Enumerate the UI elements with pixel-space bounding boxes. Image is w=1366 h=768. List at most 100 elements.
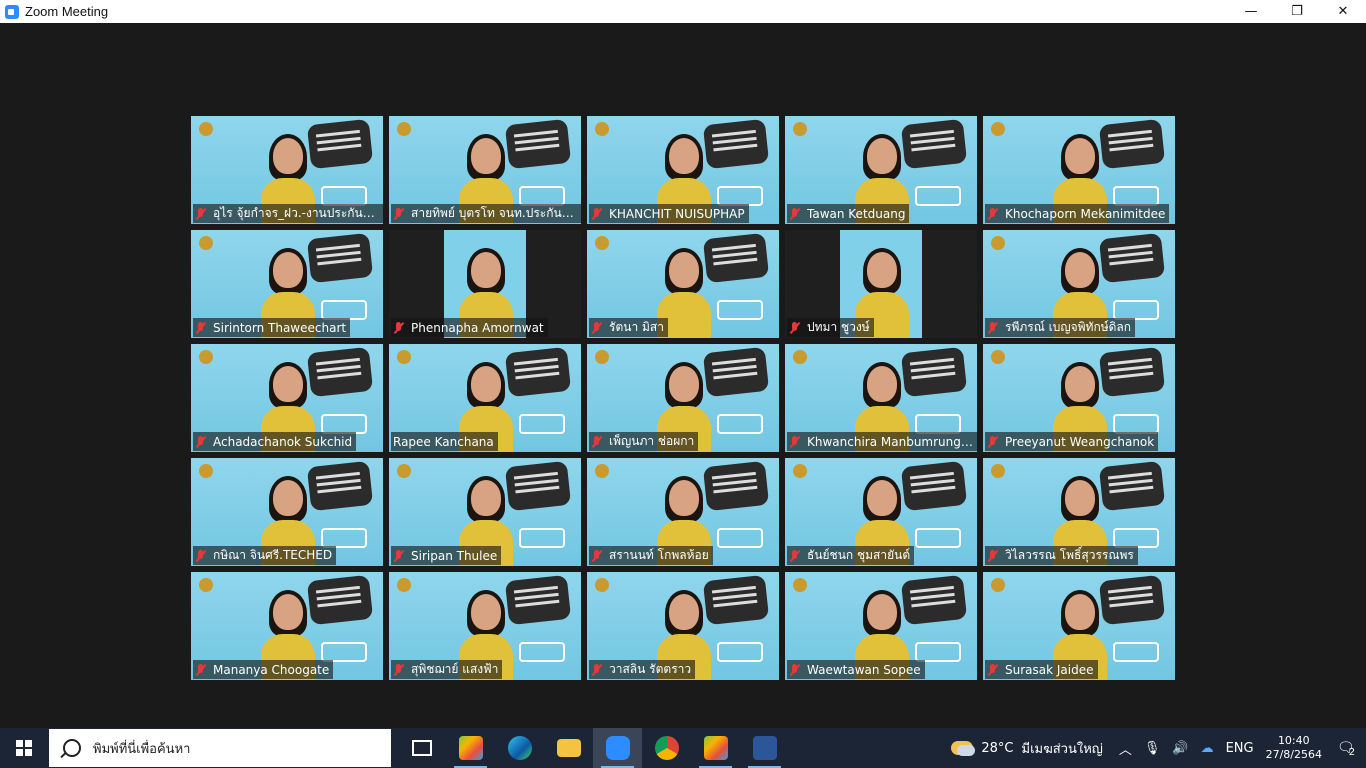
participant-tile[interactable]: เพ็ญนภา ช่อผกา [587, 344, 779, 452]
file-explorer-app[interactable] [544, 728, 593, 768]
start-button[interactable] [0, 728, 48, 768]
weather-widget[interactable]: 28°C มีเมฆส่วนใหญ่ [951, 738, 1103, 759]
participant-tile[interactable]: Rapee Kanchana [389, 344, 581, 452]
speaker-icon[interactable]: 🔊 [1172, 741, 1188, 756]
edge-app[interactable] [495, 728, 544, 768]
language-indicator[interactable]: ENG [1226, 741, 1254, 756]
close-button[interactable]: ✕ [1320, 0, 1366, 23]
onedrive-icon[interactable]: ☁ [1201, 741, 1214, 756]
participant-name: วาสลิน รัตตราว [609, 662, 692, 676]
virtual-background-badge [915, 414, 961, 434]
participant-nameplate: วาสลิน รัตตราว [589, 660, 696, 679]
cloud-sun-icon [951, 741, 976, 756]
participant-nameplate: Sirintorn Thaweechart [193, 318, 351, 337]
participant-name: กษิณา จินศรี.TECHED [213, 548, 333, 562]
virtual-background-banner [900, 118, 968, 170]
virtual-background-badge [321, 186, 367, 206]
participant-tile[interactable]: ปทมา ชูวงษ์ [785, 230, 977, 338]
title-bar: Zoom Meeting — ❐ ✕ [0, 0, 1366, 23]
chevron-up-icon[interactable]: ︿ [1119, 739, 1132, 758]
gallery-view: อุไร จุ้ยกำจร_ฝว.-งานประกันคุณ... สายทิพย… [191, 116, 1176, 681]
participant-nameplate: วิไลวรรณ โพธิ์สุวรรณพร [985, 546, 1138, 565]
virtual-background-badge [717, 414, 763, 434]
muted-mic-icon [987, 207, 999, 221]
participant-tile[interactable]: Khwanchira Manbumrungsat [785, 344, 977, 452]
university-seal-icon [991, 464, 1005, 478]
bluestacks-2-app[interactable] [691, 728, 740, 768]
participant-name: Khwanchira Manbumrungsat [807, 434, 973, 449]
virtual-background-banner [504, 346, 572, 398]
participant-tile[interactable]: Preeyanut Weangchanok [983, 344, 1175, 452]
participant-nameplate: ปทมา ชูวงษ์ [787, 318, 874, 337]
virtual-background-badge [717, 642, 763, 662]
muted-mic-icon [195, 435, 207, 449]
notification-center-button[interactable]: 🗨 2 [1332, 728, 1360, 768]
zoom-app[interactable] [593, 728, 642, 768]
restore-button[interactable]: ❐ [1274, 0, 1320, 23]
muted-mic-icon [789, 663, 801, 677]
weather-temp: 28°C [981, 740, 1014, 756]
participant-name: Preeyanut Weangchanok [1005, 434, 1155, 449]
muted-mic-icon [195, 207, 207, 221]
task-view-button[interactable] [397, 728, 446, 768]
participant-tile[interactable]: Surasak Jaidee [983, 572, 1175, 680]
university-seal-icon [793, 464, 807, 478]
participant-nameplate: รัตนา มิสา [589, 318, 668, 337]
search-placeholder: พิมพ์ที่นี่เพื่อค้นหา [93, 741, 191, 757]
participant-name: เพ็ญนภา ช่อผกา [609, 434, 695, 448]
participant-tile[interactable]: กษิณา จินศรี.TECHED [191, 458, 383, 566]
participant-tile[interactable]: อุไร จุ้ยกำจร_ฝว.-งานประกันคุณ... [191, 116, 383, 224]
participant-tile[interactable]: Siripan Thulee [389, 458, 581, 566]
participant-tile[interactable]: Mananya Choogate [191, 572, 383, 680]
microphone-icon[interactable]: 🎙 [1144, 741, 1161, 756]
participant-tile[interactable]: Phennapha Amornwat [389, 230, 581, 338]
word-icon [752, 736, 777, 760]
participant-tile[interactable]: Waewtawan Sopee [785, 572, 977, 680]
clock[interactable]: 10:40 27/8/2564 [1266, 734, 1322, 762]
muted-mic-icon [987, 549, 999, 563]
virtual-background-banner [1098, 346, 1166, 398]
participant-name: Surasak Jaidee [1005, 662, 1094, 677]
participant-tile[interactable]: รพีภรณ์ เบญจพิทักษ์ดิลก [983, 230, 1175, 338]
word-app[interactable] [740, 728, 789, 768]
participant-tile[interactable]: Khochaporn Mekanimitdee [983, 116, 1175, 224]
participant-nameplate: Waewtawan Sopee [787, 660, 925, 679]
university-seal-icon [199, 578, 213, 592]
participant-nameplate: สายทิพย์ บุตรโท จนท.ประกัน คอ. [391, 204, 581, 223]
university-seal-icon [199, 122, 213, 136]
participant-name: รัตนา มิสา [609, 320, 664, 334]
university-seal-icon [199, 236, 213, 250]
participant-nameplate: Siripan Thulee [391, 546, 502, 565]
participant-nameplate: Mananya Choogate [193, 660, 334, 679]
participant-tile[interactable]: วาสลิน รัตตราว [587, 572, 779, 680]
chrome-app[interactable] [642, 728, 691, 768]
participant-tile[interactable]: ธันย์ชนก ชุมสายันต์ [785, 458, 977, 566]
clock-date: 27/8/2564 [1265, 748, 1322, 761]
participant-tile[interactable]: Sirintorn Thaweechart [191, 230, 383, 338]
participant-tile[interactable]: วิไลวรรณ โพธิ์สุวรรณพร [983, 458, 1175, 566]
taskbar-search[interactable]: พิมพ์ที่นี่เพื่อค้นหา [49, 729, 391, 767]
university-seal-icon [595, 578, 609, 592]
university-seal-icon [991, 236, 1005, 250]
virtual-background-badge [915, 186, 961, 206]
participant-tile[interactable]: รัตนา มิสา [587, 230, 779, 338]
virtual-background-badge [915, 642, 961, 662]
virtual-background-badge [915, 528, 961, 548]
participant-tile[interactable]: สรานนท์ โกพลห้อย [587, 458, 779, 566]
bluestacks-app[interactable] [446, 728, 495, 768]
virtual-background-badge [1113, 642, 1159, 662]
participant-tile[interactable]: Tawan Ketduang [785, 116, 977, 224]
chrome-icon [654, 736, 679, 760]
window-title: Zoom Meeting [25, 4, 109, 19]
university-seal-icon [793, 578, 807, 592]
virtual-background-badge [717, 300, 763, 320]
participant-tile[interactable]: สุพิชฌาย์ แสงฟ้า [389, 572, 581, 680]
minimize-button[interactable]: — [1228, 0, 1274, 23]
participant-nameplate: Khwanchira Manbumrungsat [787, 432, 977, 451]
virtual-background-banner [306, 574, 374, 626]
university-seal-icon [397, 464, 411, 478]
university-seal-icon [595, 122, 609, 136]
participant-tile[interactable]: สายทิพย์ บุตรโท จนท.ประกัน คอ. [389, 116, 581, 224]
participant-tile[interactable]: Achadachanok Sukchid [191, 344, 383, 452]
participant-tile[interactable]: KHANCHIT NUISUPHAP [587, 116, 779, 224]
